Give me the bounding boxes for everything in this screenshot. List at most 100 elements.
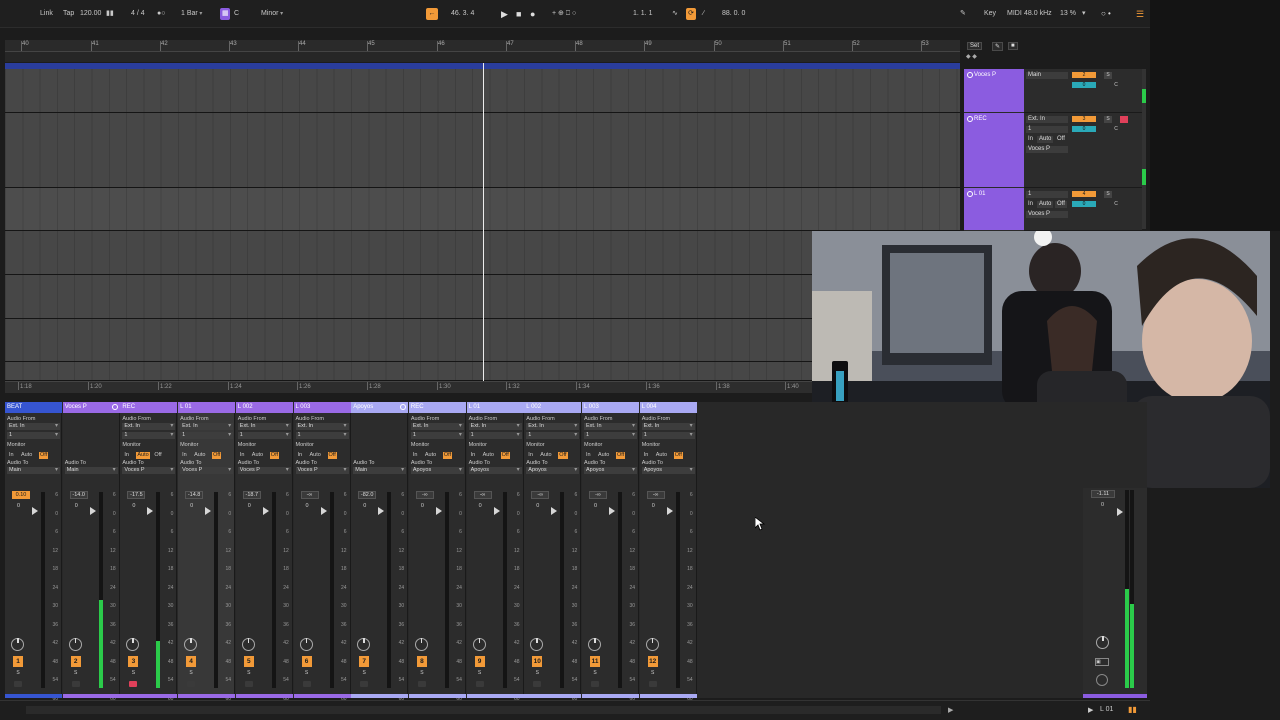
volume-field[interactable]: 0: [1072, 201, 1096, 207]
track-name[interactable]: L 01: [974, 191, 985, 197]
volume-fader[interactable]: [609, 507, 615, 515]
track-number[interactable]: 4: [1072, 191, 1096, 197]
monitor-auto-button[interactable]: Auto: [540, 452, 551, 459]
solo-button[interactable]: S: [418, 670, 426, 677]
arm-button[interactable]: [417, 681, 426, 687]
pan-value[interactable]: 0: [75, 503, 78, 509]
track-number[interactable]: 2: [1072, 72, 1096, 78]
track-title[interactable]: REC: [120, 402, 178, 413]
track-header-l01[interactable]: L 01: [964, 188, 1024, 231]
pan-value[interactable]: 0: [536, 503, 539, 509]
output-select[interactable]: Voces P: [1026, 146, 1068, 153]
solo-button[interactable]: S: [129, 670, 137, 677]
volume-fader[interactable]: [89, 507, 96, 515]
output-select[interactable]: Voces P: [1026, 211, 1068, 218]
audio-to-select[interactable]: Voces P: [122, 467, 176, 474]
audio-to-select[interactable]: Voces P: [237, 467, 291, 474]
tempo-field[interactable]: 120.00: [80, 8, 101, 20]
arm-button[interactable]: [1120, 116, 1128, 123]
arm-button[interactable]: [648, 681, 657, 687]
track-activator-button[interactable]: 7: [359, 656, 370, 667]
solo-button[interactable]: S: [649, 670, 657, 677]
time-signature-field[interactable]: 4 / 4: [131, 8, 145, 20]
volume-field[interactable]: -∞: [300, 491, 319, 499]
monitor-off-button[interactable]: Off: [212, 452, 222, 459]
monitor-in-button[interactable]: In: [586, 452, 591, 459]
track-title[interactable]: L 002: [524, 402, 582, 413]
fold-icon[interactable]: [111, 404, 118, 410]
play-cursor-icon[interactable]: ▶: [948, 706, 953, 714]
track-title[interactable]: REC: [408, 402, 466, 413]
audio-to-select[interactable]: Voces P: [295, 467, 349, 474]
beat-ruler[interactable]: 40 41 42 43 44 45 46 47 48 49 50 51 52 5…: [5, 40, 960, 52]
audio-from-select[interactable]: Ext. In: [237, 423, 291, 430]
track-title[interactable]: BEAT: [5, 402, 62, 413]
track-name[interactable]: L 002: [238, 404, 253, 410]
audio-from-select[interactable]: Ext. In: [641, 423, 695, 430]
track-name[interactable]: Voces P: [974, 72, 996, 78]
pan-knob[interactable]: [645, 638, 659, 651]
monitor-auto[interactable]: Auto: [1037, 201, 1053, 208]
volume-field[interactable]: 0: [1072, 126, 1096, 132]
set-button[interactable]: Set: [967, 42, 983, 50]
audio-to-select[interactable]: Voces P: [180, 467, 234, 474]
crossfade-button[interactable]: C: [1112, 126, 1120, 133]
audio-from-select[interactable]: Ext. In: [295, 423, 349, 430]
pan-value[interactable]: 0: [17, 503, 20, 509]
monitor-off-button[interactable]: Off: [673, 452, 683, 459]
locator-bar[interactable]: [5, 52, 960, 62]
track-activator-button[interactable]: 4: [186, 656, 197, 667]
monitor-off-button[interactable]: Off: [616, 452, 626, 459]
arm-button[interactable]: [71, 681, 80, 687]
monitor-in-button[interactable]: In: [240, 452, 245, 459]
track-header-voces-p[interactable]: Voces P: [964, 69, 1024, 113]
input-channel-select[interactable]: 1: [584, 432, 637, 439]
fold-icon[interactable]: [967, 72, 973, 78]
volume-fader[interactable]: [32, 507, 38, 515]
monitor-off-button[interactable]: Off: [500, 452, 510, 459]
volume-fader[interactable]: [320, 507, 327, 515]
track-activator-button[interactable]: 10: [532, 656, 543, 667]
input-channel[interactable]: 1: [1026, 126, 1068, 133]
solo-button[interactable]: S: [187, 670, 195, 677]
solo-button[interactable]: S: [245, 670, 253, 677]
arm-button[interactable]: [14, 681, 22, 687]
monitor-off-button[interactable]: Off: [154, 452, 161, 459]
pan-knob[interactable]: [241, 638, 255, 651]
zoom-icon[interactable]: ◆ ◆: [966, 53, 977, 60]
track-activator-button[interactable]: 9: [474, 656, 485, 667]
monitor-auto-button[interactable]: Auto: [21, 452, 32, 459]
track-title[interactable]: L 003: [582, 402, 639, 413]
crossfade-button[interactable]: C: [1112, 201, 1120, 208]
volume-field[interactable]: 0: [1072, 82, 1096, 88]
play-button[interactable]: ▶: [501, 8, 508, 20]
midi-map-button[interactable]: MIDI: [1007, 8, 1022, 20]
volume-fader[interactable]: [205, 507, 212, 515]
monitor-auto-button[interactable]: Auto: [656, 452, 667, 459]
monitor-in-button[interactable]: In: [298, 452, 303, 459]
track-activator-button[interactable]: 11: [590, 656, 600, 667]
solo-button[interactable]: S: [72, 670, 80, 677]
pan-value[interactable]: 0: [652, 503, 655, 509]
link-button[interactable]: Link: [40, 8, 53, 20]
draw-mode-icon[interactable]: ∿: [672, 8, 678, 20]
track-activator-button[interactable]: 6: [301, 656, 312, 667]
volume-fader[interactable]: [493, 507, 500, 515]
fold-icon[interactable]: [400, 404, 407, 410]
volume-fader[interactable]: [551, 507, 558, 515]
track-title[interactable]: L 004: [639, 402, 697, 413]
track-name[interactable]: L 01: [180, 404, 191, 410]
pan-knob[interactable]: [414, 638, 428, 651]
loop-switch-icon[interactable]: ⟳: [686, 8, 696, 20]
track-name[interactable]: BEAT: [7, 404, 22, 410]
volume-fader[interactable]: [435, 507, 442, 515]
input-channel-select[interactable]: 1: [526, 432, 580, 439]
monitor-off-button[interactable]: Off: [558, 452, 568, 459]
pan-value[interactable]: 0: [190, 503, 193, 509]
pencil-icon[interactable]: ✎: [960, 8, 966, 20]
cpu-dropdown-icon[interactable]: ▾: [1082, 8, 1086, 20]
track-header-rec[interactable]: REC: [964, 113, 1024, 188]
audio-from-select[interactable]: Ext. In: [468, 423, 522, 430]
volume-field[interactable]: -∞: [531, 491, 550, 499]
audio-from-select[interactable]: Ext. In: [7, 423, 60, 430]
